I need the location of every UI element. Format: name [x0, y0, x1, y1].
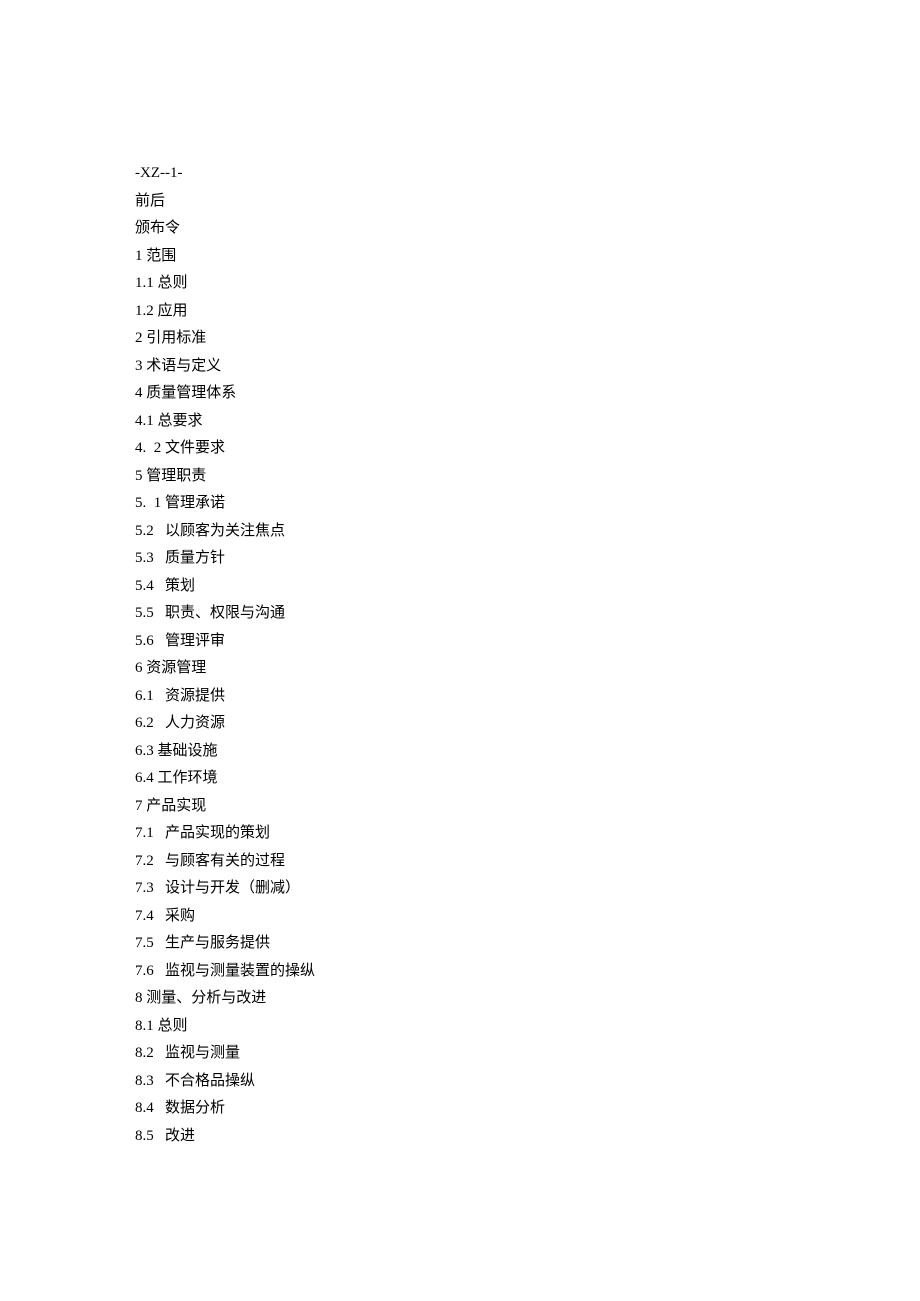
- toc-item: 7.1 产品实现的策划: [135, 820, 920, 848]
- toc-item: 8.5 改进: [135, 1123, 920, 1151]
- toc-item: 4 质量管理体系: [135, 380, 920, 408]
- toc-item: 1.2 应用: [135, 298, 920, 326]
- toc-item: 5.3 质量方针: [135, 545, 920, 573]
- header-code: -XZ--1-: [135, 160, 920, 188]
- toc-item: 5.5 职责、权限与沟通: [135, 600, 920, 628]
- toc-item: 7.2 与顾客有关的过程: [135, 848, 920, 876]
- toc-item: 4.1 总要求: [135, 408, 920, 436]
- toc-item: 6.4 工作环境: [135, 765, 920, 793]
- toc-item: 2 引用标准: [135, 325, 920, 353]
- toc-item: 7.4 采购: [135, 903, 920, 931]
- toc-item: 7.3 设计与开发（删减）: [135, 875, 920, 903]
- toc-item: 4. 2 文件要求: [135, 435, 920, 463]
- toc-item: 5.4 策划: [135, 573, 920, 601]
- toc-item: 8.1 总则: [135, 1013, 920, 1041]
- toc-item: 7 产品实现: [135, 793, 920, 821]
- toc-item: 1 范围: [135, 243, 920, 271]
- header-line-2: 颁布令: [135, 215, 920, 243]
- toc-item: 7.5 生产与服务提供: [135, 930, 920, 958]
- toc-item: 5 管理职责: [135, 463, 920, 491]
- toc-item: 7.6 监视与测量装置的操纵: [135, 958, 920, 986]
- toc-item: 5.2 以顾客为关注焦点: [135, 518, 920, 546]
- toc-item: 8 测量、分析与改进: [135, 985, 920, 1013]
- toc-item: 5. 1 管理承诺: [135, 490, 920, 518]
- toc-item: 8.4 数据分析: [135, 1095, 920, 1123]
- toc-item: 6 资源管理: [135, 655, 920, 683]
- header-line-1: 前后: [135, 188, 920, 216]
- toc-item: 6.1 资源提供: [135, 683, 920, 711]
- toc-item: 3 术语与定义: [135, 353, 920, 381]
- document-content: -XZ--1- 前后 颁布令 1 范围 1.1 总则 1.2 应用 2 引用标准…: [135, 160, 920, 1150]
- toc-item: 6.2 人力资源: [135, 710, 920, 738]
- toc-item: 5.6 管理评审: [135, 628, 920, 656]
- toc-item: 1.1 总则: [135, 270, 920, 298]
- toc-item: 6.3 基础设施: [135, 738, 920, 766]
- toc-item: 8.3 不合格品操纵: [135, 1068, 920, 1096]
- toc-item: 8.2 监视与测量: [135, 1040, 920, 1068]
